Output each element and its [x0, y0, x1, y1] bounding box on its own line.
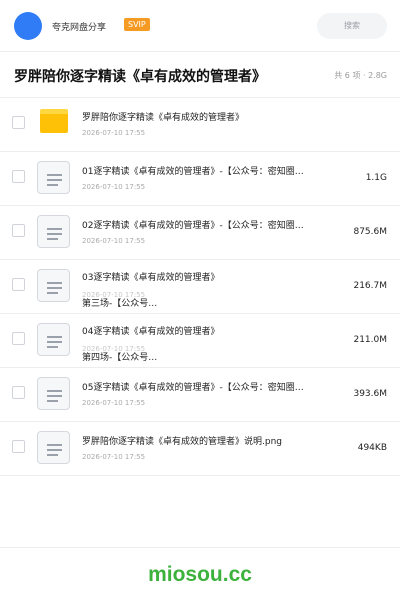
- row-checkbox[interactable]: [12, 332, 25, 345]
- file-row[interactable]: 02逐字精读《卓有成效的管理者》-【公众号：密知圈… 2026-07-10 17…: [0, 206, 400, 260]
- file-row[interactable]: 罗胖陪你逐字精读《卓有成效的管理者》 2026-07-10 17:55: [0, 98, 400, 152]
- file-date: 2026-07-10 17:55: [82, 237, 146, 245]
- file-size: 216.7M: [353, 281, 387, 291]
- file-name[interactable]: 01逐字精读《卓有成效的管理者》-【公众号：密知圈…: [82, 166, 350, 179]
- divider: [0, 547, 400, 548]
- file-row[interactable]: 01逐字精读《卓有成效的管理者》-【公众号：密知圈… 2026-07-10 17…: [0, 152, 400, 206]
- file-date: 2026-07-10 17:55: [82, 183, 146, 191]
- file-list: 罗胖陪你逐字精读《卓有成效的管理者》 2026-07-10 17:55 01逐字…: [0, 98, 400, 476]
- file-name[interactable]: 05逐字精读《卓有成效的管理者》-【公众号：密知圈…: [82, 382, 350, 395]
- file-size: 393.6M: [353, 389, 387, 399]
- row-checkbox[interactable]: [12, 224, 25, 237]
- file-row[interactable]: 03逐字精读《卓有成效的管理者》 2026-07-10 17:55 第三场-【公…: [0, 260, 400, 314]
- row-checkbox[interactable]: [12, 278, 25, 291]
- document-icon: [37, 323, 70, 356]
- file-row[interactable]: 罗胖陪你逐字精读《卓有成效的管理者》说明.png 2026-07-10 17:5…: [0, 422, 400, 476]
- file-size: 211.0M: [353, 335, 387, 345]
- file-name[interactable]: 04逐字精读《卓有成效的管理者》: [82, 326, 350, 339]
- file-date: 2026-07-10 17:55: [82, 399, 146, 407]
- file-name-continued: 第四场-【公众号…: [82, 353, 158, 363]
- file-row[interactable]: 05逐字精读《卓有成效的管理者》-【公众号：密知圈… 2026-07-10 17…: [0, 368, 400, 422]
- share-summary: 共 6 项 · 2.8G: [334, 71, 387, 80]
- row-checkbox[interactable]: [12, 170, 25, 183]
- svip-badge: SVIP: [124, 18, 150, 31]
- document-icon: [37, 215, 70, 248]
- file-date: 2026-07-10 17:55: [82, 453, 146, 461]
- app-header: 夸克网盘分享 SVIP 搜索: [0, 0, 400, 52]
- file-name[interactable]: 03逐字精读《卓有成效的管理者》: [82, 272, 350, 285]
- page-title: 罗胖陪你逐字精读《卓有成效的管理者》: [14, 69, 266, 85]
- file-size: 875.6M: [353, 227, 387, 237]
- file-row[interactable]: 04逐字精读《卓有成效的管理者》 2026-07-10 17:55 第四场-【公…: [0, 314, 400, 368]
- share-title-bar: 罗胖陪你逐字精读《卓有成效的管理者》 共 6 项 · 2.8G: [0, 52, 400, 98]
- document-icon: [37, 161, 70, 194]
- file-name[interactable]: 02逐字精读《卓有成效的管理者》-【公众号：密知圈…: [82, 220, 350, 233]
- avatar[interactable]: [14, 12, 42, 40]
- document-icon: [37, 269, 70, 302]
- document-icon: [37, 377, 70, 410]
- row-checkbox[interactable]: [12, 386, 25, 399]
- folder-icon: [40, 109, 68, 133]
- search-input[interactable]: 搜索: [317, 13, 387, 39]
- document-icon: [37, 431, 70, 464]
- watermark: miosou.cc: [148, 563, 252, 586]
- file-size: 1.1G: [365, 173, 387, 183]
- file-date: 2026-07-10 17:55: [82, 129, 146, 137]
- username: 夸克网盘分享: [52, 23, 107, 33]
- file-name-continued: 第三场-【公众号…: [82, 299, 158, 309]
- row-checkbox[interactable]: [12, 440, 25, 453]
- row-checkbox[interactable]: [12, 116, 25, 129]
- file-name[interactable]: 罗胖陪你逐字精读《卓有成效的管理者》: [82, 112, 350, 125]
- file-size: 494KB: [357, 443, 387, 453]
- file-name[interactable]: 罗胖陪你逐字精读《卓有成效的管理者》说明.png: [82, 436, 350, 449]
